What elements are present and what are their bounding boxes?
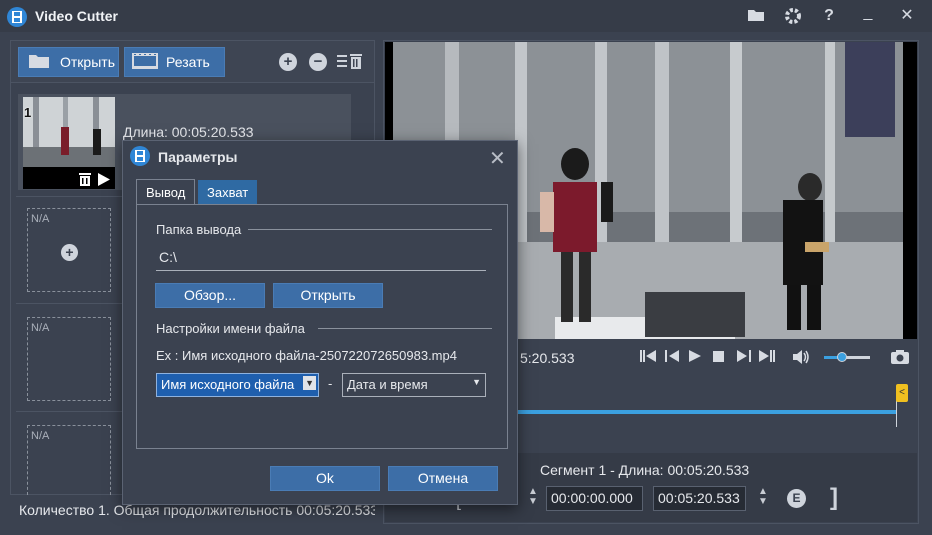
add-slot-icon[interactable]: + <box>61 244 78 261</box>
open-button-label: Открыть <box>60 54 115 70</box>
current-time: 5:20.533 <box>520 350 575 366</box>
stop-icon[interactable] <box>713 349 725 367</box>
clip-duration: Длина: 00:05:20.533 <box>123 124 254 140</box>
chevron-down-icon: ▼ <box>472 377 481 387</box>
slot-placeholder: N/A <box>31 213 50 225</box>
output-folder-label: Папка вывода <box>156 222 242 237</box>
name-part2-select[interactable]: Дата и время ▼ <box>342 373 486 397</box>
clear-list-icon[interactable] <box>337 52 365 73</box>
name-part1-select[interactable]: Имя исходного файла ▼ <box>156 373 319 397</box>
volume-slider[interactable] <box>824 352 870 362</box>
open-folder-icon <box>28 53 50 72</box>
skip-start-icon[interactable] <box>640 349 656 367</box>
skip-end-icon[interactable] <box>759 349 775 367</box>
remove-clip-icon[interactable]: − <box>309 53 327 71</box>
group-divider <box>318 328 492 329</box>
step-back-icon[interactable] <box>665 349 679 367</box>
timeline-track[interactable] <box>500 410 896 414</box>
filename-example: Ex : Имя исходного файла-250722072650983… <box>156 348 457 363</box>
empty-slot[interactable]: N/A <box>27 425 111 495</box>
gear-icon[interactable] <box>784 7 802 25</box>
set-end-button[interactable]: E <box>787 489 806 508</box>
timeline-end-marker[interactable]: < <box>896 384 908 402</box>
start-spinner[interactable]: ▲ ▼ <box>526 487 540 507</box>
name-part2-value: Дата и время <box>347 377 428 392</box>
browse-button[interactable]: Обзор... <box>155 283 265 308</box>
end-spinner[interactable]: ▲ ▼ <box>756 487 770 507</box>
dialog-title: Параметры <box>158 149 238 165</box>
end-time-field[interactable]: 00:05:20.533 <box>653 486 746 511</box>
chevron-down-icon: ▼ <box>303 376 316 390</box>
step-forward-icon[interactable] <box>737 349 751 367</box>
ok-button[interactable]: Ok <box>270 466 380 491</box>
slot-placeholder: N/A <box>31 430 50 442</box>
name-separator: - <box>328 376 333 391</box>
folder-icon[interactable] <box>747 7 765 25</box>
open-folder-button[interactable]: Открыть <box>273 283 383 308</box>
cut-button[interactable]: Резать <box>124 47 225 77</box>
tab-output[interactable]: Вывод <box>136 179 196 205</box>
start-time-field[interactable]: 00:00:00.000 <box>546 486 643 511</box>
dialog-close-icon[interactable]: ✕ <box>489 146 506 171</box>
add-clip-icon[interactable]: + <box>279 53 297 71</box>
tab-capture[interactable]: Захват <box>198 180 258 204</box>
help-button[interactable]: ? <box>820 7 838 25</box>
group-divider <box>248 229 492 230</box>
app-logo-icon <box>7 7 27 27</box>
filename-settings-label: Настройки имени файла <box>156 321 305 336</box>
volume-icon[interactable] <box>793 349 811 369</box>
slot-placeholder: N/A <box>31 322 50 334</box>
snapshot-icon[interactable] <box>891 349 909 369</box>
play-clip-icon[interactable] <box>98 173 110 189</box>
clip-index: 1 <box>24 105 32 120</box>
open-button[interactable]: Открыть <box>18 47 119 77</box>
cut-button-label: Резать <box>166 54 210 70</box>
bracket-close[interactable]: ] <box>830 484 838 512</box>
empty-slot[interactable]: N/A <box>27 317 111 401</box>
app-title: Video Cutter <box>35 8 118 24</box>
film-icon <box>132 52 158 72</box>
name-part1-value: Имя исходного файла <box>161 377 295 392</box>
timeline-end-line <box>896 400 897 427</box>
play-icon[interactable] <box>689 349 701 367</box>
empty-slot[interactable]: N/A + <box>27 208 111 292</box>
segment-title: Сегмент 1 - Длина: 00:05:20.533 <box>540 462 750 478</box>
minimize-button[interactable]: _ <box>859 4 877 22</box>
dialog-logo-icon <box>130 146 150 166</box>
delete-clip-icon[interactable] <box>79 172 91 189</box>
output-folder-input[interactable]: C:\ <box>156 247 486 271</box>
cancel-button[interactable]: Отмена <box>388 466 498 491</box>
close-button[interactable]: ✕ <box>898 7 916 25</box>
